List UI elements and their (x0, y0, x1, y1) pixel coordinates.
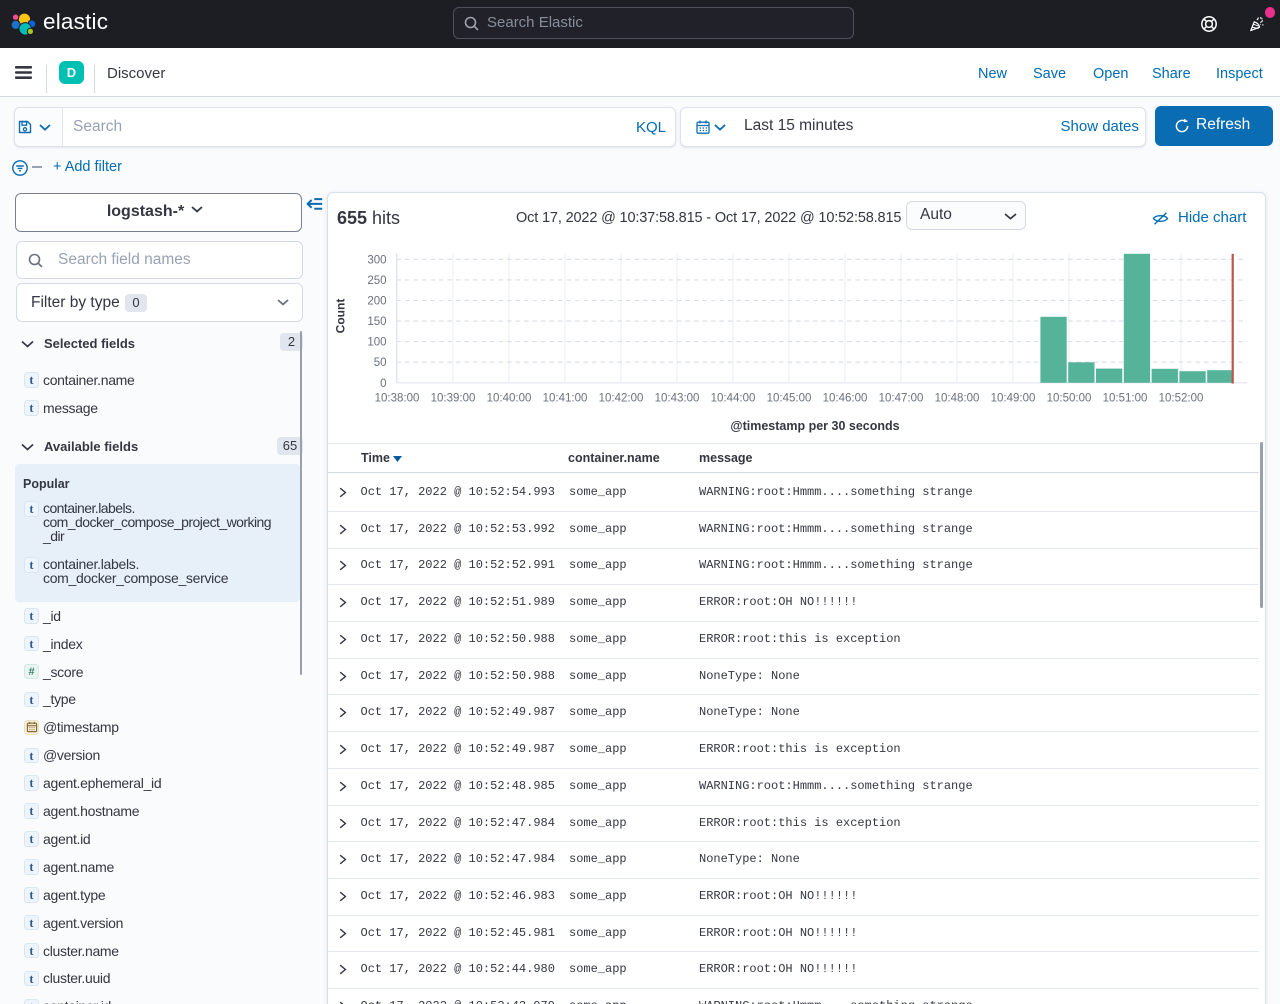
svg-text:100: 100 (367, 337, 386, 349)
svg-text:10:43:00: 10:43:00 (655, 392, 700, 404)
svg-text:10:44:00: 10:44:00 (711, 392, 756, 404)
svg-text:50: 50 (374, 357, 387, 369)
svg-text:10:39:00: 10:39:00 (431, 392, 476, 404)
svg-text:10:38:00: 10:38:00 (375, 392, 420, 404)
svg-text:10:52:00: 10:52:00 (1159, 392, 1204, 404)
svg-text:10:42:00: 10:42:00 (599, 392, 644, 404)
svg-text:0: 0 (380, 378, 386, 390)
svg-text:10:41:00: 10:41:00 (543, 392, 588, 404)
svg-text:10:46:00: 10:46:00 (823, 392, 868, 404)
svg-text:10:45:00: 10:45:00 (767, 392, 812, 404)
svg-text:10:47:00: 10:47:00 (879, 392, 924, 404)
svg-text:200: 200 (367, 296, 386, 308)
svg-text:300: 300 (367, 254, 386, 266)
svg-text:10:51:00: 10:51:00 (1103, 392, 1148, 404)
svg-text:10:50:00: 10:50:00 (1047, 392, 1092, 404)
svg-text:150: 150 (367, 316, 386, 328)
svg-text:10:40:00: 10:40:00 (487, 392, 532, 404)
svg-text:10:48:00: 10:48:00 (935, 392, 980, 404)
svg-text:250: 250 (367, 275, 386, 287)
svg-text:10:49:00: 10:49:00 (991, 392, 1036, 404)
